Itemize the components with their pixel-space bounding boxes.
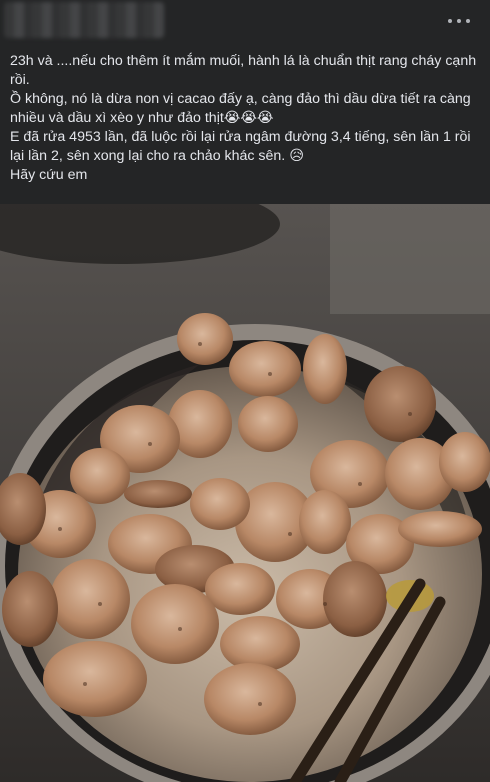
blurred-author-info	[4, 2, 164, 38]
post-line-3: E đã rửa 4953 lần, đã luộc rồi lại rửa n…	[10, 129, 471, 164]
post-line-2: Ồ không, nó là dừa non vị cacao đấy ạ, c…	[10, 91, 471, 126]
post-line-4: Hãy cứu em	[10, 167, 88, 183]
post-line-1: 23h và ....nếu cho thêm ít mắm muối, hàn…	[10, 53, 477, 88]
post-photo[interactable]	[0, 204, 490, 782]
post-text: 23h và ....nếu cho thêm ít mắm muối, hàn…	[0, 42, 490, 185]
pan-of-coconut-candy-image	[0, 204, 490, 782]
post-header	[0, 0, 490, 42]
facebook-post: 23h và ....nếu cho thêm ít mắm muối, hàn…	[0, 0, 490, 782]
more-options-icon[interactable]	[448, 14, 470, 28]
